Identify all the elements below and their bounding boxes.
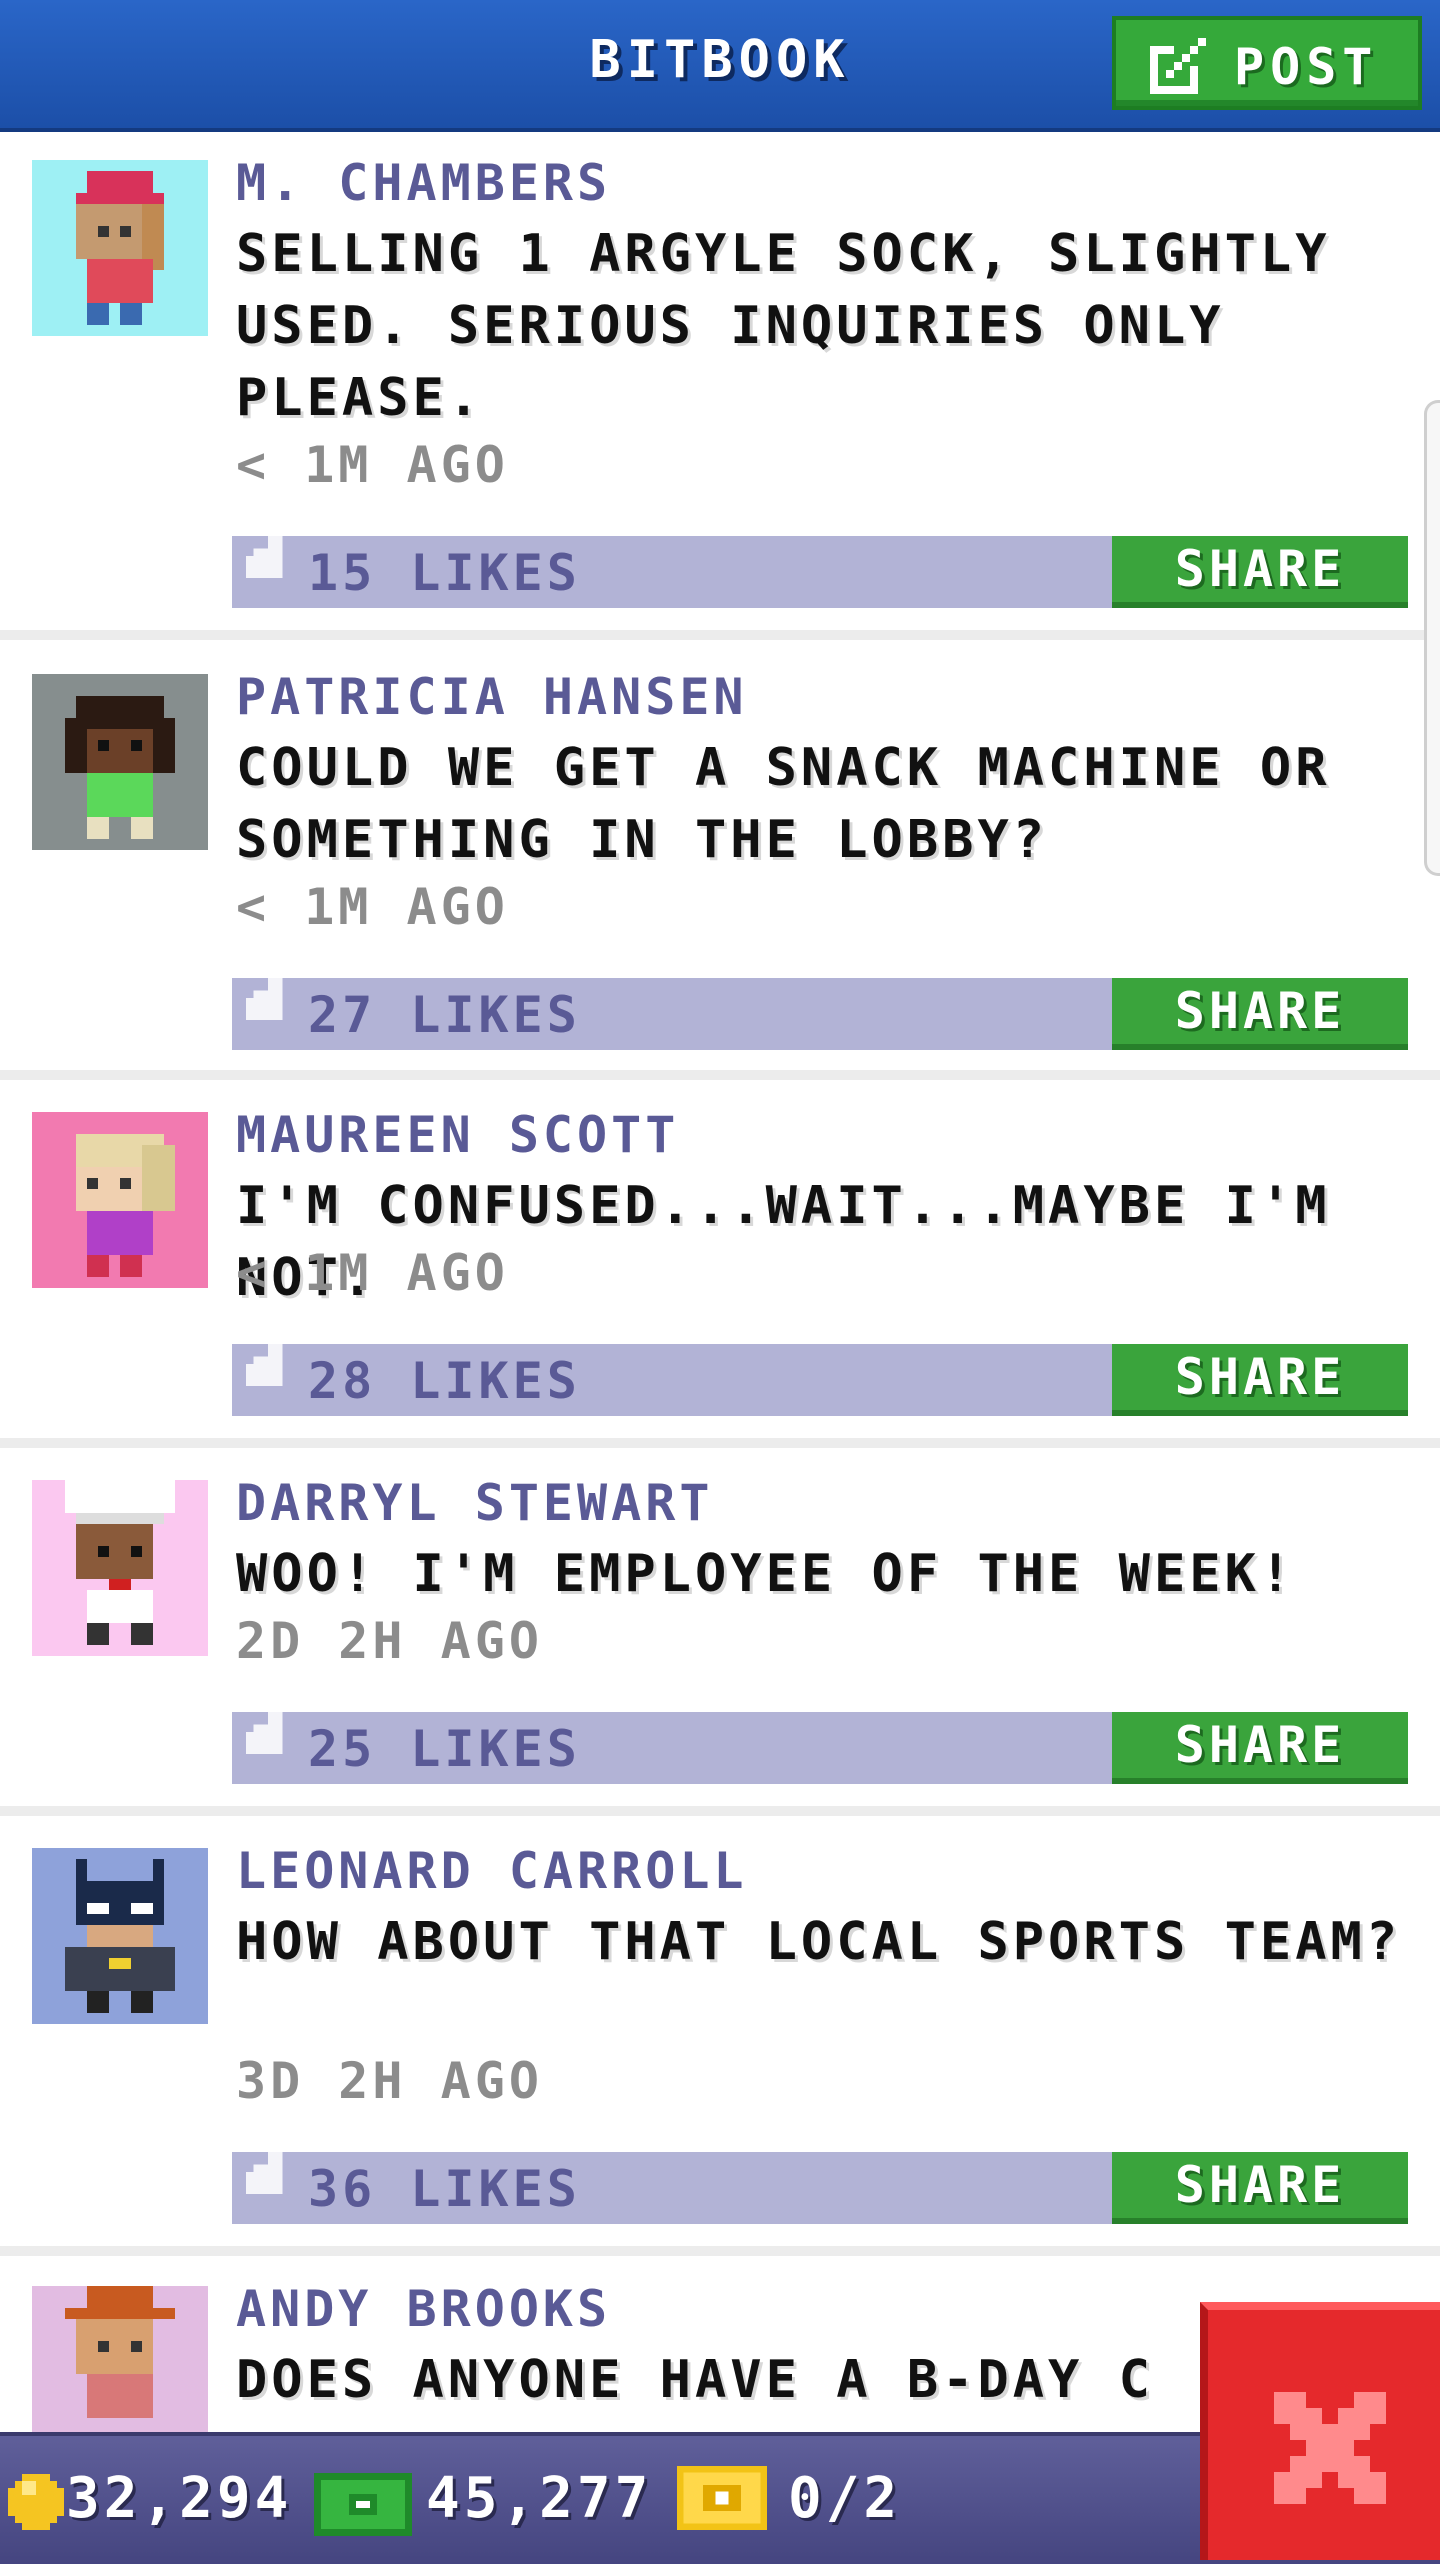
post-author[interactable]: PATRICIA HANSEN (236, 668, 748, 726)
avatar[interactable] (32, 1112, 208, 1288)
post-divider (0, 630, 1440, 640)
avatar[interactable] (32, 2286, 208, 2432)
coins-value: 32,294 (66, 2466, 293, 2531)
feed-post: DARRYL STEWART WOO! I'M EMPLOYEE OF THE … (0, 1448, 1440, 1816)
scrollbar-thumb[interactable] (1424, 400, 1440, 876)
post-time: < 1M AGO (236, 1244, 509, 1302)
thumbs-up-icon (246, 519, 283, 578)
post-divider (0, 2246, 1440, 2256)
avatar[interactable] (32, 1480, 208, 1656)
avatar-dark-hair-icon (32, 674, 208, 850)
likes-count: 15 LIKES (308, 544, 581, 602)
golden-ticket-icon (677, 2466, 767, 2530)
likes-count: 36 LIKES (308, 2160, 581, 2218)
like-bar[interactable]: 25 LIKES SHARE (232, 1695, 1408, 1784)
avatar[interactable] (32, 1848, 208, 2024)
like-bar[interactable]: 28 LIKES SHARE (232, 1327, 1408, 1416)
top-bar: BITBOOK POST (0, 0, 1440, 132)
share-button[interactable]: SHARE (1112, 978, 1408, 1050)
thumbs-up-icon (246, 1327, 283, 1386)
close-icon (1274, 2392, 1386, 2504)
post-author[interactable]: MAUREEN SCOTT (236, 1106, 679, 1164)
post-divider (0, 1438, 1440, 1448)
likes-count: 27 LIKES (308, 986, 581, 1044)
like-bar[interactable]: 27 LIKES SHARE (232, 961, 1408, 1050)
edit-icon (1150, 38, 1206, 94)
thumbs-up-icon (246, 1695, 283, 1754)
share-button[interactable]: SHARE (1112, 1712, 1408, 1784)
avatar-bat-mask-icon (32, 1848, 208, 2024)
avatar[interactable] (32, 160, 208, 336)
feed-post: PATRICIA HANSEN COULD WE GET A SNACK MAC… (0, 640, 1440, 1080)
avatar-blonde-icon (32, 1112, 208, 1288)
share-button[interactable]: SHARE (1112, 1344, 1408, 1416)
post-divider (0, 1070, 1440, 1080)
likes-count: 28 LIKES (308, 1352, 581, 1410)
bux-value: 45,277 (426, 2466, 653, 2531)
thumbs-up-icon (246, 961, 283, 1020)
post-message: HOW ABOUT THAT LOCAL SPORTS TEAM? (236, 1912, 1402, 1972)
share-button[interactable]: SHARE (1112, 2152, 1408, 2224)
like-bar[interactable]: 36 LIKES SHARE (232, 2135, 1408, 2224)
feed-post: M. CHAMBERS SELLING 1 ARGYLE SOCK, SLIGH… (0, 132, 1440, 640)
close-button[interactable] (1200, 2302, 1440, 2560)
post-author[interactable]: DARRYL STEWART (236, 1474, 713, 1532)
like-bar[interactable]: 15 LIKES SHARE (232, 519, 1408, 608)
coin-icon (8, 2474, 64, 2530)
post-button[interactable]: POST (1112, 16, 1422, 110)
post-button-label: POST (1234, 38, 1379, 96)
post-message: COULD WE GET A SNACK MACHINE OR SOMETHIN… (236, 738, 1331, 870)
news-feed[interactable]: M. CHAMBERS SELLING 1 ARGYLE SOCK, SLIGH… (0, 132, 1440, 2432)
post-divider (0, 1806, 1440, 1816)
avatar[interactable] (32, 674, 208, 850)
bux-cash-icon (314, 2473, 412, 2536)
avatar-chef-icon (32, 1480, 208, 1656)
post-time: < 1M AGO (236, 878, 509, 936)
share-button[interactable]: SHARE (1112, 536, 1408, 608)
post-message: SELLING 1 ARGYLE SOCK, SLIGHTLY USED. SE… (236, 224, 1331, 428)
post-author[interactable]: M. CHAMBERS (236, 154, 611, 212)
thumbs-up-icon (246, 2135, 283, 2194)
avatar-orange-hat-icon (32, 2286, 208, 2432)
avatar-red-hat-icon (32, 160, 208, 336)
post-time: 3D 2H AGO (236, 2052, 543, 2110)
feed-post: LEONARD CARROLL HOW ABOUT THAT LOCAL SPO… (0, 1816, 1440, 2256)
post-message: WOO! I'M EMPLOYEE OF THE WEEK! (236, 1544, 1296, 1604)
post-author[interactable]: ANDY BROOKS (236, 2280, 611, 2338)
post-author[interactable]: LEONARD CARROLL (236, 1842, 748, 1900)
tickets-value: 0/2 (788, 2466, 902, 2531)
feed-post: MAUREEN SCOTT I'M CONFUSED...WAIT...MAYB… (0, 1080, 1440, 1448)
post-time: 2D 2H AGO (236, 1612, 543, 1670)
likes-count: 25 LIKES (308, 1720, 581, 1778)
post-time: < 1M AGO (236, 436, 509, 494)
